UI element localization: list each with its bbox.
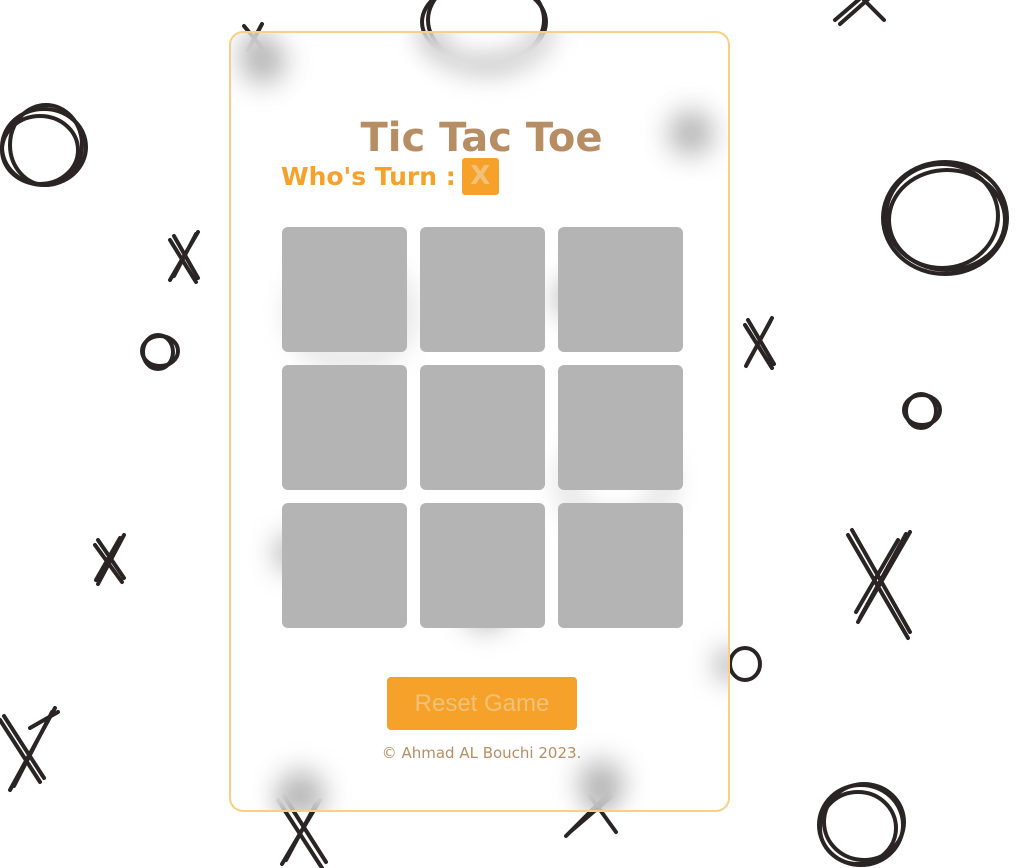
x-doodle-icon [0, 706, 60, 792]
board-cell-8[interactable] [420, 503, 545, 628]
o-doodle-icon [728, 646, 762, 682]
copyright-footer: © Ahmad AL Bouchi 2023. [381, 744, 582, 762]
x-doodle-icon [168, 230, 200, 284]
board-cell-3[interactable] [558, 227, 683, 352]
board-cell-7[interactable] [282, 503, 407, 628]
current-player-badge: X [461, 157, 499, 195]
reset-game-button[interactable]: Reset Game [387, 677, 577, 730]
o-doodle-icon [0, 103, 88, 187]
o-doodle-icon [902, 392, 942, 430]
game-card: Tic Tac Toe Who's Turn : X Reset Game © … [229, 31, 730, 812]
game-board [282, 227, 683, 628]
turn-indicator: Who's Turn : X [281, 157, 499, 195]
o-doodle-icon [140, 333, 180, 371]
board-cell-4[interactable] [282, 365, 407, 490]
x-doodle-icon [833, 0, 886, 26]
x-doodle-icon [743, 316, 776, 370]
x-doodle-icon [846, 528, 912, 640]
o-doodle-icon [817, 782, 906, 867]
board-cell-9[interactable] [558, 503, 683, 628]
x-doodle-icon [93, 533, 126, 586]
page-title: Tic Tac Toe [360, 115, 603, 161]
board-cell-6[interactable] [558, 365, 683, 490]
board-cell-5[interactable] [420, 365, 545, 490]
o-doodle-icon [881, 160, 1009, 276]
turn-label: Who's Turn : [281, 161, 456, 191]
board-cell-1[interactable] [282, 227, 407, 352]
board-cell-2[interactable] [420, 227, 545, 352]
